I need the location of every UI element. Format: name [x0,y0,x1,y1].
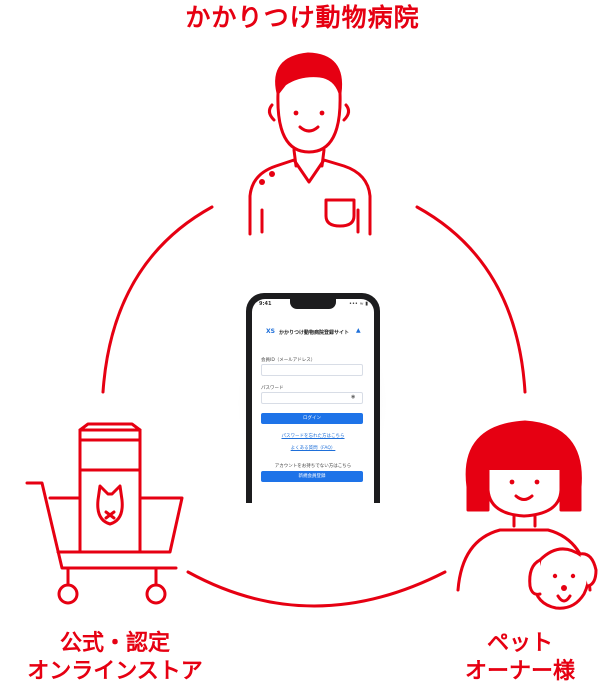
cycle-arc-top-left [101,205,214,394]
member-id-label: 会員ID（メールアドレス） [261,358,316,363]
password-input[interactable] [261,392,363,404]
phone-screen: 9:41 ••• ≈ ▮ XS かかりつけ動物病院登録サイト ▲ 会員ID（メー… [252,299,374,503]
phone-mockup: 9:41 ••• ≈ ▮ XS かかりつけ動物病院登録サイト ▲ 会員ID（メー… [246,293,380,503]
veterinarian-icon [248,52,372,236]
dog-icon [528,547,598,610]
login-button[interactable]: ログイン [261,413,363,424]
forgot-password-link[interactable]: パスワードを忘れた方はこちら [252,433,374,439]
site-mark-icon: ▲ [356,327,361,334]
member-id-input[interactable] [261,364,363,376]
register-button[interactable]: 新規会員登録 [261,471,363,482]
eye-icon[interactable]: ◉ [351,394,355,400]
status-icons: ••• ≈ ▮ [349,301,368,307]
cycle-arc-bottom [186,570,447,608]
status-time: 9:41 [259,301,272,307]
password-label: パスワード [261,386,284,391]
cycle-arc-top-right [415,205,527,394]
phone-notch [290,299,336,309]
site-title: かかりつけ動物病院登録サイト [279,330,350,336]
no-account-text: アカウントをお持ちでない方はこちら [274,464,352,469]
site-logo: XS [266,328,275,335]
pet-food-bag-icon [78,422,142,554]
faq-link[interactable]: よくある質問（FAQ） [252,445,374,451]
